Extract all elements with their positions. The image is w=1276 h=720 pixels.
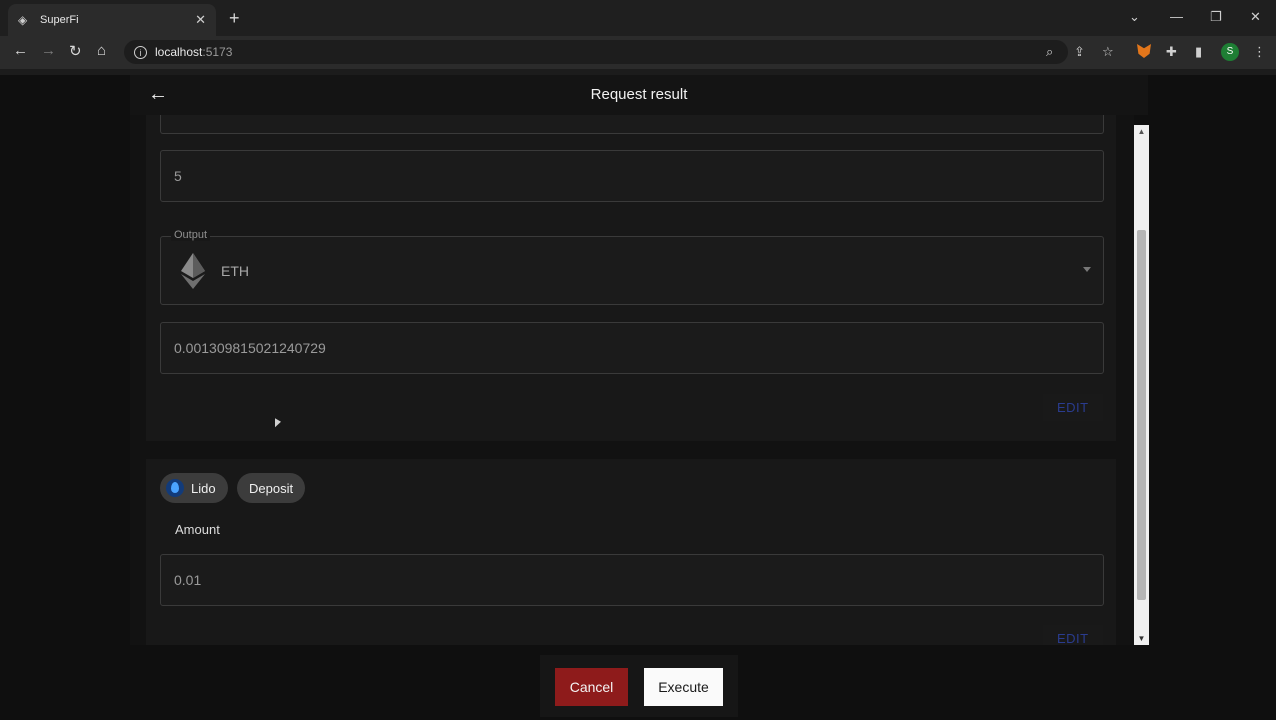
input-amount-value: 5 — [174, 168, 182, 184]
scroll-down-arrow-icon[interactable]: ▼ — [1134, 634, 1149, 643]
output-legend: Output — [171, 229, 211, 241]
scroll-up-arrow-icon[interactable]: ▲ — [1134, 127, 1149, 136]
address-bar[interactable]: i localhost:5173 — [124, 40, 1068, 64]
amount-label: Amount — [175, 522, 220, 537]
reload-icon[interactable]: ↻ — [69, 42, 82, 60]
cancel-button[interactable]: Cancel — [555, 668, 628, 706]
input-amount-field[interactable]: 5 — [160, 150, 1104, 202]
metamask-extension-icon[interactable] — [1137, 44, 1151, 58]
home-icon[interactable]: ⌂ — [97, 42, 106, 59]
scrollbar-thumb[interactable] — [1137, 230, 1146, 600]
browser-tab[interactable]: ◈ SuperFi ✕ — [8, 4, 216, 36]
output-token-select[interactable]: Output ETH — [160, 229, 1104, 305]
restore-icon[interactable]: ❐ — [1210, 9, 1222, 25]
url-text: localhost:5173 — [155, 45, 233, 59]
deposit-amount-field[interactable]: 0.01 — [160, 554, 1104, 606]
tab-search-icon[interactable]: ⌄ — [1129, 9, 1140, 25]
output-amount-field[interactable]: 0.001309815021240729 — [160, 322, 1104, 374]
site-info-icon[interactable]: i — [134, 45, 147, 59]
app-header: ← Request result — [130, 75, 1148, 115]
close-window-icon[interactable]: ✕ — [1250, 9, 1261, 25]
superfi-favicon-icon: ◈ — [18, 13, 28, 27]
new-tab-icon[interactable]: + — [229, 8, 240, 29]
profile-avatar[interactable]: S — [1221, 43, 1239, 61]
action-chip-deposit[interactable]: Deposit — [237, 473, 306, 503]
protocol-chip-label: Lido — [191, 480, 216, 496]
minimize-icon[interactable]: — — [1170, 9, 1183, 24]
side-panel-icon[interactable]: ▮ — [1195, 44, 1202, 60]
swap-step-card: 5 Output ETH 0.001309815021240729 EDIT — [146, 115, 1116, 441]
deposit-step-card: Lido Deposit Amount 0.01 EDIT — [146, 459, 1116, 645]
edit-button[interactable]: EDIT — [1043, 394, 1103, 421]
page-title: Request result — [590, 86, 688, 103]
browser-toolbar: ← → ↻ ⌂ i localhost:5173 ⌕ ⇪ ☆ ✚ ▮ S ⋮ — [0, 36, 1276, 69]
browser-tab-bar: ◈ SuperFi ✕ + ⌄ — ❐ ✕ — [0, 0, 1276, 36]
deposit-amount-value: 0.01 — [174, 572, 202, 588]
extensions-puzzle-icon[interactable]: ✚ — [1166, 44, 1177, 60]
lido-icon — [166, 479, 184, 497]
dropdown-arrow-icon — [1083, 267, 1091, 272]
previous-field-edge — [160, 115, 1104, 134]
share-icon[interactable]: ⇪ — [1074, 44, 1085, 60]
forward-nav-icon[interactable]: → — [41, 42, 56, 59]
scrollbar[interactable]: ▲ ▼ — [1134, 125, 1149, 645]
bookmark-star-icon[interactable]: ☆ — [1102, 44, 1114, 60]
protocol-chip-lido[interactable]: Lido — [160, 473, 228, 503]
action-chip-label: Deposit — [249, 480, 294, 496]
eth-icon — [181, 253, 205, 289]
back-nav-icon[interactable]: ← — [13, 42, 28, 59]
close-tab-icon[interactable]: ✕ — [195, 12, 206, 28]
tab-title: SuperFi — [40, 14, 79, 26]
browser-menu-icon[interactable]: ⋮ — [1253, 44, 1266, 60]
output-token-label: ETH — [221, 263, 249, 279]
zoom-icon[interactable]: ⌕ — [1046, 44, 1053, 60]
output-amount-value: 0.001309815021240729 — [174, 340, 326, 356]
edit-button-2[interactable]: EDIT — [1043, 625, 1103, 645]
result-scroll-area[interactable]: 5 Output ETH 0.001309815021240729 EDIT L… — [130, 115, 1134, 645]
execute-button[interactable]: Execute — [644, 668, 723, 706]
